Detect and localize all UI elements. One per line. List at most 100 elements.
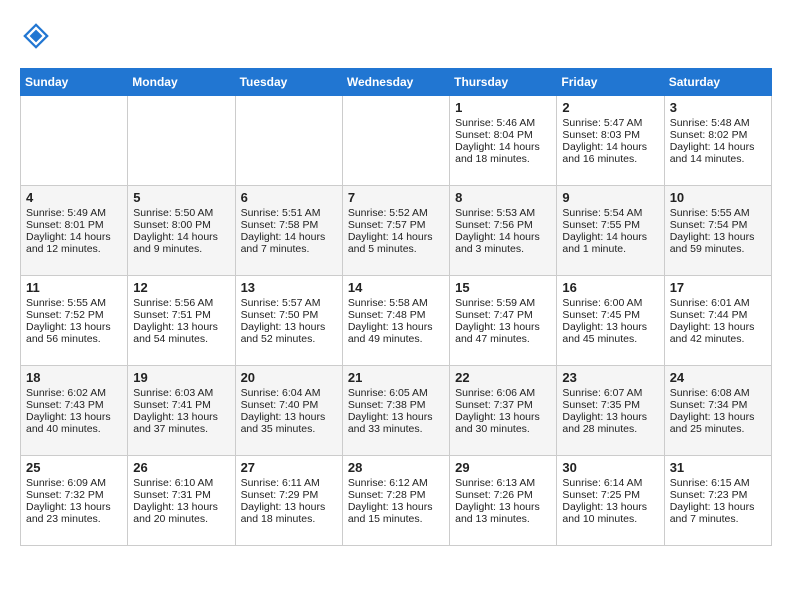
calendar-cell: 24Sunrise: 6:08 AMSunset: 7:34 PMDayligh…: [664, 366, 771, 456]
day-info-line: Sunrise: 6:01 AM: [670, 297, 766, 309]
calendar-cell: 1Sunrise: 5:46 AMSunset: 8:04 PMDaylight…: [450, 96, 557, 186]
day-info-line: Daylight: 13 hours and 35 minutes.: [241, 411, 337, 435]
day-info-line: Sunset: 7:31 PM: [133, 489, 229, 501]
day-number: 31: [670, 460, 766, 475]
calendar-cell: 7Sunrise: 5:52 AMSunset: 7:57 PMDaylight…: [342, 186, 449, 276]
day-info-line: Sunset: 7:48 PM: [348, 309, 444, 321]
calendar-week-2: 4Sunrise: 5:49 AMSunset: 8:01 PMDaylight…: [21, 186, 772, 276]
day-info-line: Sunset: 8:01 PM: [26, 219, 122, 231]
day-number: 6: [241, 190, 337, 205]
day-info-line: Sunset: 7:47 PM: [455, 309, 551, 321]
calendar-cell: 23 Sunrise: 6:07 AMSunset: 7:35 PMDayligh…: [557, 366, 664, 456]
calendar-cell: 29Sunrise: 6:13 AMSunset: 7:26 PMDayligh…: [450, 456, 557, 546]
calendar-cell: 18Sunrise: 6:02 AMSunset: 7:43 PMDayligh…: [21, 366, 128, 456]
day-number: 14: [348, 280, 444, 295]
day-info-line: Sunset: 7:35 PM: [562, 399, 658, 411]
calendar-cell: 3Sunrise: 5:48 AMSunset: 8:02 PMDaylight…: [664, 96, 771, 186]
day-number: 1: [455, 100, 551, 115]
day-number: 22: [455, 370, 551, 385]
calendar-cell: 25Sunrise: 6:09 AMSunset: 7:32 PMDayligh…: [21, 456, 128, 546]
day-info-line: Daylight: 13 hours and 49 minutes.: [348, 321, 444, 345]
calendar-week-1: 1Sunrise: 5:46 AMSunset: 8:04 PMDaylight…: [21, 96, 772, 186]
day-info-line: Daylight: 14 hours and 5 minutes.: [348, 231, 444, 255]
day-info-line: Sunrise: 6:14 AM: [562, 477, 658, 489]
day-number: 18: [26, 370, 122, 385]
day-info-line: Sunrise: 5:49 AM: [26, 207, 122, 219]
day-info-line: Sunset: 7:28 PM: [348, 489, 444, 501]
day-info-line: Daylight: 13 hours and 56 minutes.: [26, 321, 122, 345]
day-header-thursday: Thursday: [450, 69, 557, 96]
day-number: 8: [455, 190, 551, 205]
calendar-cell: 22Sunrise: 6:06 AMSunset: 7:37 PMDayligh…: [450, 366, 557, 456]
day-info-line: Daylight: 14 hours and 16 minutes.: [562, 141, 658, 165]
day-info-line: Sunset: 7:32 PM: [26, 489, 122, 501]
day-number: 9: [562, 190, 658, 205]
calendar-cell: 31 Sunrise: 6:15 AMSunset: 7:23 PMDayligh…: [664, 456, 771, 546]
day-number: 10: [670, 190, 766, 205]
day-info-line: Sunset: 7:52 PM: [26, 309, 122, 321]
day-info-line: Sunset: 8:02 PM: [670, 129, 766, 141]
calendar-cell: 20Sunrise: 6:04 AMSunset: 7:40 PMDayligh…: [235, 366, 342, 456]
day-info-line: Sunrise: 6:09 AM: [26, 477, 122, 489]
day-info-line: Daylight: 13 hours and 7 minutes.: [670, 501, 766, 525]
day-header-monday: Monday: [128, 69, 235, 96]
day-info-line: Sunset: 7:58 PM: [241, 219, 337, 231]
day-info-line: Sunrise: 6:03 AM: [133, 387, 229, 399]
day-info-line: Sunset: 7:41 PM: [133, 399, 229, 411]
day-info-line: Sunrise: 5:55 AM: [26, 297, 122, 309]
day-info-line: Daylight: 14 hours and 9 minutes.: [133, 231, 229, 255]
calendar-week-5: 25 Sunrise: 6:09 AMSunset: 7:32 PM Dayligh…: [21, 456, 772, 546]
day-info-line: Sunrise: 6:15 AM: [670, 477, 766, 489]
calendar-cell: 13Sunrise: 5:57 AMSunset: 7:50 PMDayligh…: [235, 276, 342, 366]
calendar-cell: 21 Sunrise: 6:05 AMSunset: 7:38 PMDayligh…: [342, 366, 449, 456]
day-info-line: Sunrise: 6:10 AM: [133, 477, 229, 489]
calendar-cell: 11Sunrise: 5:55 AMSunset: 7:52 PMDayligh…: [21, 276, 128, 366]
day-header-sunday: Sunday: [21, 69, 128, 96]
calendar-cell: 6Sunrise: 5:51 AMSunset: 7:58 PMDaylight…: [235, 186, 342, 276]
day-number: 15: [455, 280, 551, 295]
day-info-line: Daylight: 13 hours and 37 minutes.: [133, 411, 229, 435]
calendar-cell: [21, 96, 128, 186]
day-info-line: Daylight: 13 hours and 28 minutes.: [562, 411, 658, 435]
day-number: 21: [348, 370, 444, 385]
day-info-line: Daylight: 14 hours and 3 minutes.: [455, 231, 551, 255]
day-info-line: Sunset: 7:44 PM: [670, 309, 766, 321]
day-info-line: Daylight: 14 hours and 7 minutes.: [241, 231, 337, 255]
day-number: 4: [26, 190, 122, 205]
day-info-line: Daylight: 13 hours and 33 minutes.: [348, 411, 444, 435]
calendar-cell: [128, 96, 235, 186]
day-info-line: Sunrise: 5:47 AM: [562, 117, 658, 129]
day-info-line: Sunset: 7:23 PM: [670, 489, 766, 501]
day-info-line: Sunset: 7:43 PM: [26, 399, 122, 411]
day-info-line: Sunrise: 6:05 AM: [348, 387, 444, 399]
day-info-line: Sunset: 8:04 PM: [455, 129, 551, 141]
day-number: 25: [26, 460, 122, 475]
day-info-line: Sunrise: 6:11 AM: [241, 477, 337, 489]
calendar-cell: 9Sunrise: 5:54 AMSunset: 7:55 PMDaylight…: [557, 186, 664, 276]
day-info-line: Sunrise: 6:07 AM: [562, 387, 658, 399]
day-info-line: Sunset: 7:38 PM: [348, 399, 444, 411]
day-info-line: Daylight: 13 hours and 42 minutes.: [670, 321, 766, 345]
day-info-line: Sunrise: 5:50 AM: [133, 207, 229, 219]
calendar-cell: 2Sunrise: 5:47 AMSunset: 8:03 PMDaylight…: [557, 96, 664, 186]
calendar-cell: 4 Sunrise: 5:49 AMSunset: 8:01 PMDaylight…: [21, 186, 128, 276]
day-number: 16: [562, 280, 658, 295]
day-info-line: Daylight: 13 hours and 54 minutes.: [133, 321, 229, 345]
day-info-line: Daylight: 13 hours and 47 minutes.: [455, 321, 551, 345]
day-info-line: Sunset: 7:54 PM: [670, 219, 766, 231]
day-info-line: Sunset: 7:40 PM: [241, 399, 337, 411]
day-info-line: Daylight: 13 hours and 18 minutes.: [241, 501, 337, 525]
day-info-line: Daylight: 13 hours and 20 minutes.: [133, 501, 229, 525]
calendar-cell: [342, 96, 449, 186]
day-number: 17: [670, 280, 766, 295]
day-info-line: Daylight: 14 hours and 12 minutes.: [26, 231, 122, 255]
day-info-line: Daylight: 13 hours and 10 minutes.: [562, 501, 658, 525]
day-info-line: Sunrise: 5:58 AM: [348, 297, 444, 309]
day-number: 23: [562, 370, 658, 385]
calendar-cell: 5Sunrise: 5:50 AMSunset: 8:00 PMDaylight…: [128, 186, 235, 276]
day-info-line: Daylight: 14 hours and 1 minute.: [562, 231, 658, 255]
day-info-line: Sunrise: 6:06 AM: [455, 387, 551, 399]
calendar-week-3: 11Sunrise: 5:55 AMSunset: 7:52 PMDayligh…: [21, 276, 772, 366]
day-info-line: Sunset: 8:03 PM: [562, 129, 658, 141]
day-info-line: Daylight: 13 hours and 40 minutes.: [26, 411, 122, 435]
